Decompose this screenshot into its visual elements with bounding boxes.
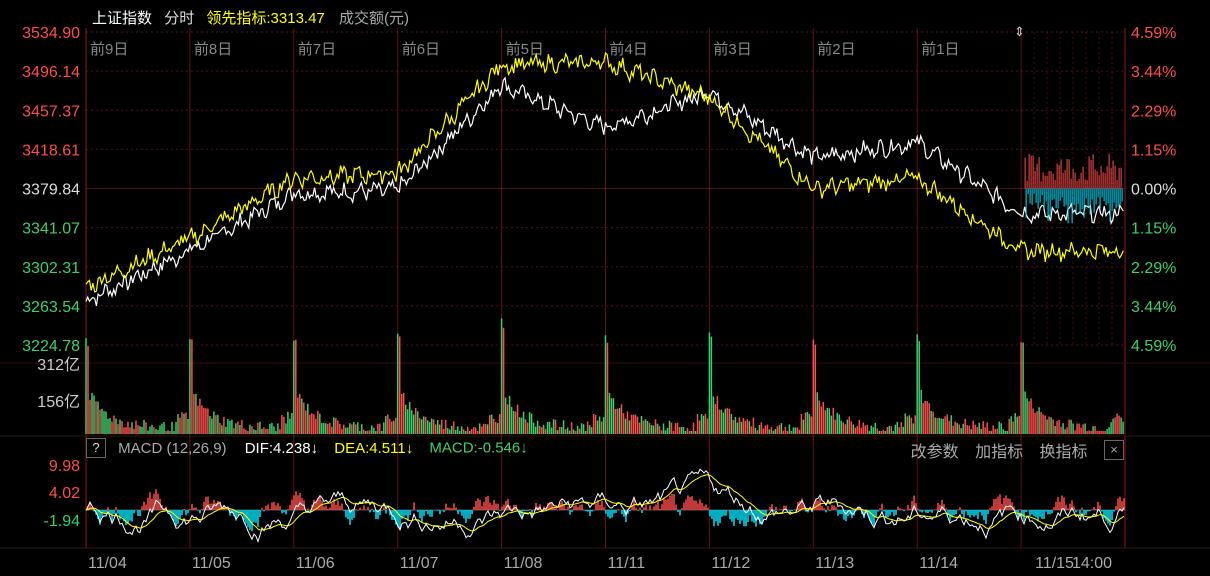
index-name[interactable]: 上证指数 [92, 10, 152, 27]
day-label: 前9日 [90, 41, 128, 58]
price-tick-right: 1.15% [1131, 221, 1176, 238]
day-label: 前3日 [713, 41, 751, 58]
volume-tick: 312亿 [37, 356, 80, 374]
date-label: 14:00 [1072, 555, 1112, 572]
macd-value: MACD:-0.546↓ [429, 439, 528, 457]
price-tick-right: 0.00% [1131, 182, 1176, 199]
day-label: 前2日 [817, 41, 855, 58]
price-tick-left: 3418.61 [22, 142, 80, 159]
day-label: 前8日 [194, 41, 232, 58]
day-label: 前7日 [298, 41, 336, 58]
price-tick-left: 3341.07 [22, 221, 80, 238]
macd-toolbar: ? MACD (12,26,9) DIF:4.238↓ DEA:4.511↓ M… [86, 438, 1124, 462]
volume-label: 成交额(元) [338, 10, 409, 27]
price-tick-left: 3457.37 [22, 103, 80, 120]
price-tick-left: 3534.90 [22, 25, 80, 42]
date-label: 11/15 [1035, 555, 1074, 572]
add-indicator-button[interactable]: 加指标 [975, 444, 1023, 461]
day-label: 前1日 [921, 41, 959, 58]
price-tick-left: 3379.84 [22, 182, 80, 199]
price-tick-right: 4.59% [1131, 25, 1176, 42]
date-label: 11/05 [192, 555, 231, 572]
day-label: 前5日 [506, 41, 544, 58]
price-tick-right: 2.29% [1131, 103, 1176, 120]
dea-value: DEA:4.511↓ [334, 439, 414, 457]
date-label: 11/13 [815, 555, 854, 572]
date-label: 11/06 [296, 555, 335, 572]
price-tick-left: 3496.14 [22, 64, 80, 81]
price-tick-left: 3263.54 [22, 299, 80, 316]
date-label: 11/12 [711, 555, 750, 572]
lead-indicator: 领先指标:3313.47 [206, 10, 325, 27]
price-tick-right: 1.15% [1131, 142, 1176, 159]
price-tick-left: 3224.78 [22, 338, 80, 355]
indicator-buttons: 改参数 加指标 换指标 × [899, 438, 1124, 462]
stock-chart-canvas[interactable]: 3534.90 4.59% 3496.14 3.44% 3457.37 2.29% 3418… [0, 0, 1210, 576]
price-tick-right: 3.44% [1131, 299, 1176, 316]
macd-tick: 4.02 [49, 485, 80, 502]
price-tick-right: 4.59% [1131, 338, 1176, 355]
mode-label[interactable]: 分时 [164, 10, 194, 27]
price-line-2 [85, 51, 1124, 293]
macd-title: MACD (12,26,9) [118, 439, 227, 457]
switch-indicator-button[interactable]: 换指标 [1040, 444, 1088, 461]
macd-tick: 9.98 [49, 458, 80, 475]
date-label: 11/04 [88, 555, 127, 572]
date-label: 11/07 [400, 555, 439, 572]
price-tick-right: 3.44% [1131, 64, 1176, 81]
help-icon[interactable]: ? [86, 438, 106, 458]
chart-header: 上证指数 分时 领先指标:3313.47 成交额(元) [92, 7, 417, 28]
expand-icon[interactable]: ⇕ [1014, 24, 1025, 40]
day-label: 前4日 [610, 41, 648, 58]
date-label: 11/11 [608, 555, 646, 572]
macd-tick: -1.94 [44, 513, 81, 530]
day-label: 前6日 [402, 41, 440, 58]
price-line-1 [85, 76, 1124, 306]
dif-value: DIF:4.238↓ [244, 439, 319, 457]
change-params-button[interactable]: 改参数 [911, 444, 959, 461]
price-tick-right: 2.29% [1131, 260, 1176, 277]
close-icon[interactable]: × [1104, 440, 1124, 460]
volume-tick: 156亿 [37, 393, 80, 411]
date-label: 11/08 [504, 555, 543, 572]
date-label: 11/14 [919, 555, 958, 572]
price-tick-left: 3302.31 [22, 260, 80, 277]
